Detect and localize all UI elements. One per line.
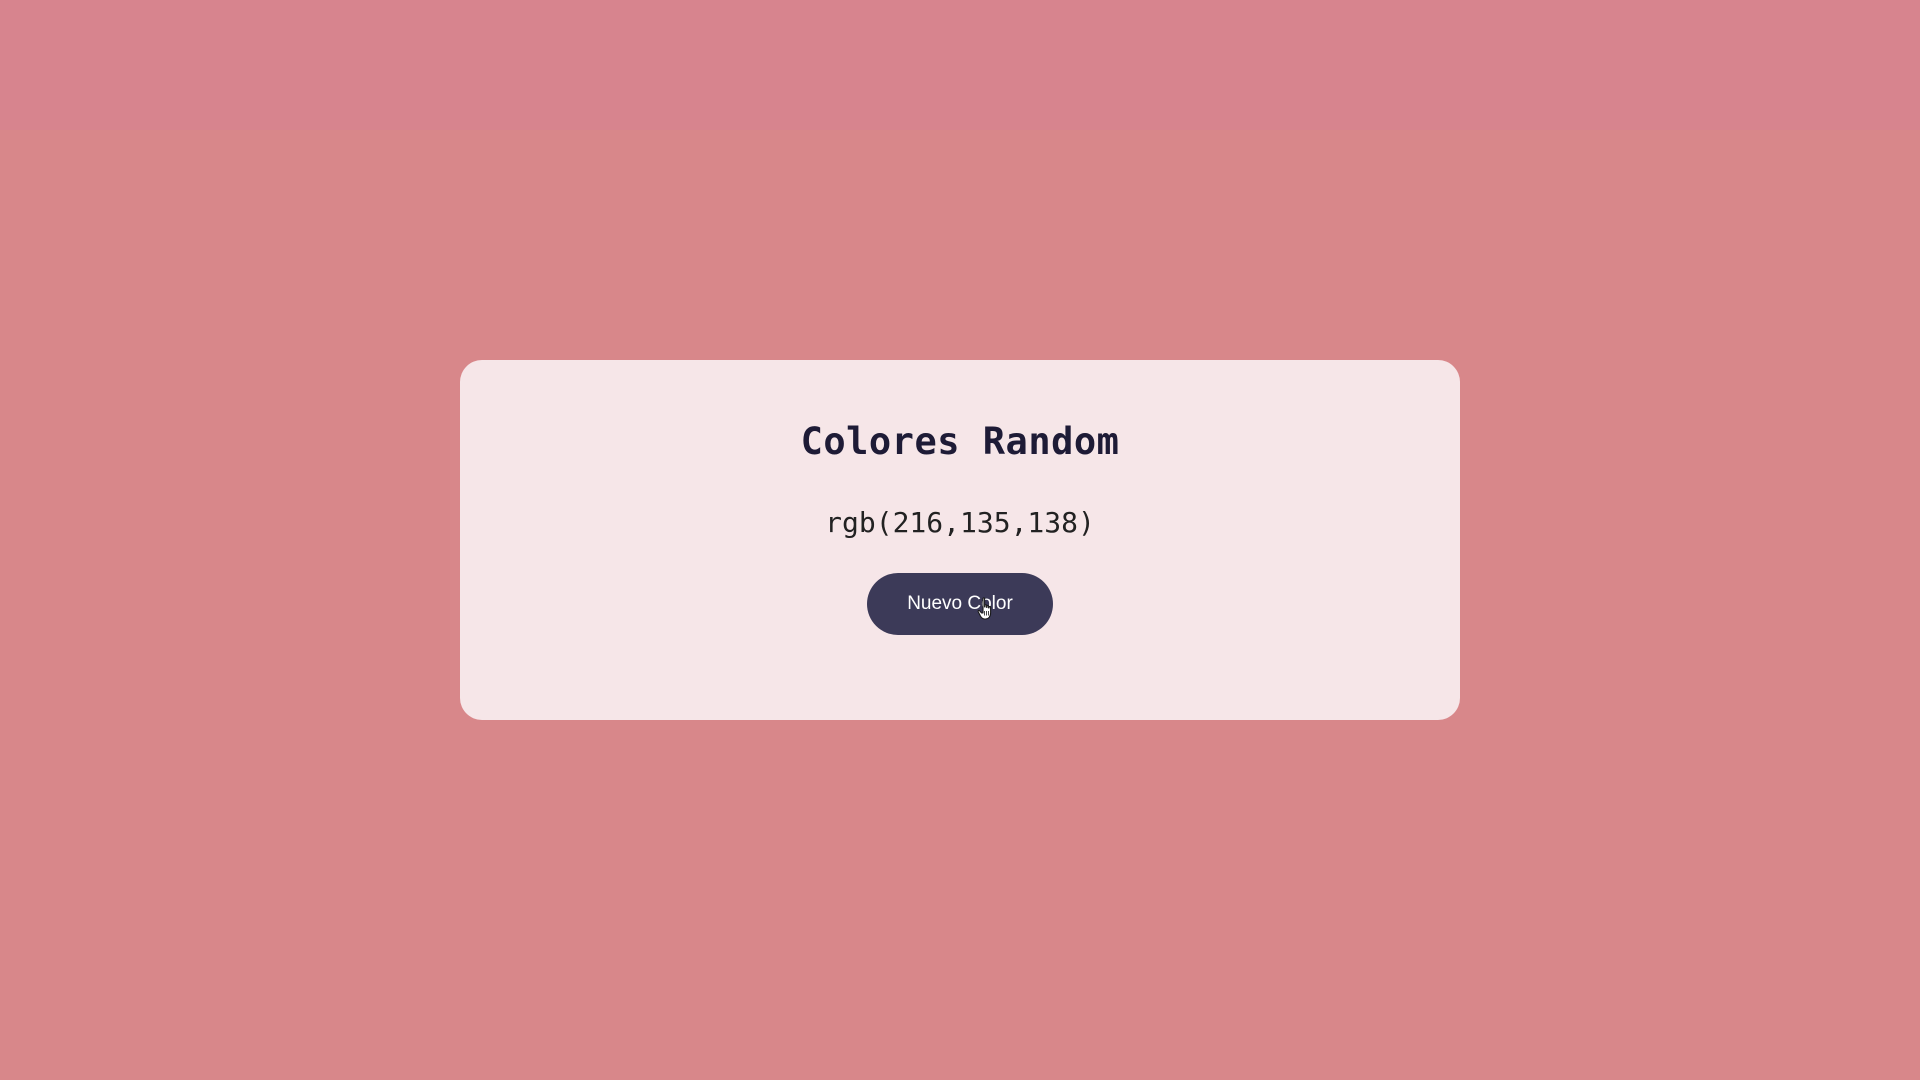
new-color-button[interactable]: Nuevo Color [867,573,1053,635]
color-card: Colores Random rgb(216,135,138) Nuevo Co… [460,360,1460,720]
page-title: Colores Random [800,420,1120,463]
top-band [0,0,1920,130]
color-value-text: rgb(216,135,138) [825,506,1095,539]
